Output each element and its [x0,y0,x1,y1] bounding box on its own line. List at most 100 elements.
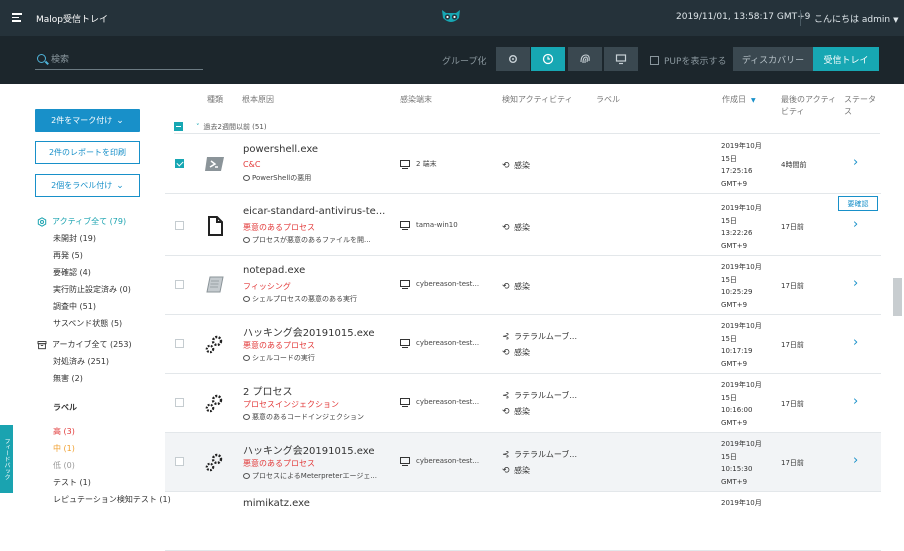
host-name: 2 端末 [416,160,437,168]
feedback-tab[interactable]: フィードバック [0,425,13,493]
host-cell[interactable]: cybereason-test... [400,339,479,349]
table-row[interactable]: powershell.exe C&C PowerShellの悪用 2 端末 ⟲ 感… [165,135,881,194]
pup-checkbox[interactable] [650,56,659,65]
date-line: 2019年10月 [721,142,762,150]
search-input[interactable] [51,52,201,68]
chevron-right-icon[interactable]: › [853,155,858,170]
col-header-type[interactable]: 種類 [207,94,223,106]
scrollbar-thumb[interactable] [893,278,902,316]
root-cause-name[interactable]: powershell.exe [243,144,318,155]
print-report-button[interactable]: 2件のレポートを印刷 [35,141,140,164]
table-row[interactable]: eicar-standard-antivirus-te... 悪意のあるプロセス… [165,197,881,256]
search-box[interactable] [35,50,203,70]
group-by-time-button[interactable] [531,47,565,71]
group-select-checkbox[interactable] [174,122,183,131]
host-cell[interactable]: cybereason-test... [400,457,479,467]
table-row[interactable]: mimikatz.exe 2019年10月 [165,492,881,551]
row-checkbox[interactable] [175,457,184,466]
date-line: 15日 [721,334,737,343]
group-by-type-button[interactable] [496,47,530,71]
user-menu[interactable]: こんにちは admin ▼ [814,12,898,25]
date-line: 10:25:29 [721,288,753,296]
speech-bubble-icon [243,237,250,243]
tab-discovery[interactable]: ディスカバリー [733,47,813,71]
label-low[interactable]: 低 (0) [53,460,171,471]
group-by-machine-button[interactable] [604,47,638,71]
row-checkbox[interactable] [175,280,184,289]
col-header-label[interactable]: ラベル [596,94,620,106]
row-checkbox[interactable] [175,398,184,407]
last-activity: 17日前 [781,223,804,231]
host-cell[interactable]: cybereason-test... [400,280,479,290]
chevron-down-icon: ⌄ [116,180,124,191]
row-checkbox[interactable] [175,339,184,348]
chevron-right-icon[interactable]: › [853,335,858,350]
sidebar-item-unopened[interactable]: 未開封 (19) [53,233,131,244]
chevron-right-icon[interactable]: › [853,276,858,291]
gear-icon [509,55,517,63]
malop-description: シェルコードの実行 [243,353,315,363]
mark-button[interactable]: 2件をマーク付け ⌄ [35,109,140,132]
filter-bar: グループ化 PUPを表示する ディスカバリー 受信トレイ [0,36,904,84]
root-cause-name[interactable]: ハッキング会20191015.exe [243,442,375,457]
root-cause-name[interactable]: ハッキング会20191015.exe [243,324,375,339]
activity-infection: ⟲ 感染 [502,465,530,476]
sidebar-item-investigating[interactable]: 調査中 (51) [53,301,131,312]
activity-label: 感染 [514,223,530,232]
speech-bubble-icon [243,473,250,479]
sidebar-item-needs-review[interactable]: 要確認 (4) [53,267,131,278]
sidebar-item-suspended[interactable]: サスペンド状態 (5) [53,318,131,329]
malop-description-text: プロセスによるMeterpreterエージェ... [252,472,378,480]
label-reputation[interactable]: レピュテーション検知テスト (1) [53,494,171,505]
sidebar-item-archive-all[interactable]: アーカイブ全て (253) [37,339,132,350]
sidebar-item-reopened[interactable]: 再発 (5) [53,250,131,261]
activity-lateral: ⊰ ラテラルムーブ... [502,390,577,401]
sidebar-item-resolved[interactable]: 対処済み (251) [53,356,132,367]
speech-bubble-icon [243,296,250,302]
table-row[interactable]: notepad.exe フィッシング シェルプロセスの悪意のある実行 cyber… [165,256,881,315]
tab-inbox[interactable]: 受信トレイ [813,47,879,71]
chevron-right-icon[interactable]: › [853,217,858,232]
owl-logo-icon[interactable] [440,8,462,26]
sidebar-item-prevented[interactable]: 実行防止設定済み (0) [53,284,131,295]
root-cause-name[interactable]: notepad.exe [243,265,305,276]
malop-description: シェルプロセスの悪意のある実行 [243,294,357,304]
col-header-status[interactable]: ステータス [844,94,882,118]
chevron-right-icon[interactable]: › [853,394,858,409]
row-checkbox[interactable] [175,159,184,168]
last-activity: 17日前 [781,459,804,467]
table-row[interactable]: ハッキング会20191015.exe 悪意のあるプロセス シェルコードの実行 c… [165,315,881,374]
root-cause-name[interactable]: eicar-standard-antivirus-te... [243,206,385,217]
show-pup-toggle[interactable]: PUPを表示する [650,54,726,67]
group-by-root-cause-button[interactable] [568,47,602,71]
host-cell[interactable]: 2 端末 [400,159,437,170]
search-icon [37,54,46,63]
date-line: 2019年10月 [721,263,762,271]
label-test[interactable]: テスト (1) [53,477,171,488]
label-high[interactable]: 高 (3) [53,426,171,437]
root-cause-name[interactable]: 2 プロセス [243,383,293,398]
host-cell[interactable]: tama-win10 [400,221,458,231]
root-cause-name[interactable]: mimikatz.exe [243,498,310,509]
row-checkbox[interactable] [175,221,184,230]
table-row[interactable]: 2 プロセス プロセスインジェクション 悪意のあるコードインジェクション cyb… [165,374,881,433]
chevron-right-icon[interactable]: › [853,453,858,468]
chevron-down-icon[interactable]: ˅ [196,123,200,131]
label-button[interactable]: 2個をラベル付け ⌄ [35,174,140,197]
date-line: 10:17:19 [721,347,753,355]
monitor-icon [400,160,410,170]
col-header-last-activity[interactable]: 最後のアクティビティ [781,94,839,118]
sidebar-item-active-all[interactable]: アクティブ全て (79) [37,216,131,227]
col-header-created[interactable]: 作成日 ▼ [722,94,756,107]
fingerprint-icon [580,54,590,64]
table-row[interactable]: ハッキング会20191015.exe 悪意のあるプロセス プロセスによるMete… [165,433,881,492]
col-header-activity[interactable]: 検知アクティビティ [502,94,573,106]
col-header-root-cause[interactable]: 根本原因 [242,94,274,106]
group-header[interactable]: ˅ 過去2週間以前 (51) [174,119,880,134]
col-header-host[interactable]: 感染端末 [400,94,432,106]
activity-label: 感染 [514,161,530,170]
label-medium[interactable]: 中 (1) [53,443,171,454]
menu-icon[interactable] [12,13,22,24]
sidebar-item-benign[interactable]: 無害 (2) [53,373,132,384]
host-cell[interactable]: cybereason-test... [400,398,479,408]
